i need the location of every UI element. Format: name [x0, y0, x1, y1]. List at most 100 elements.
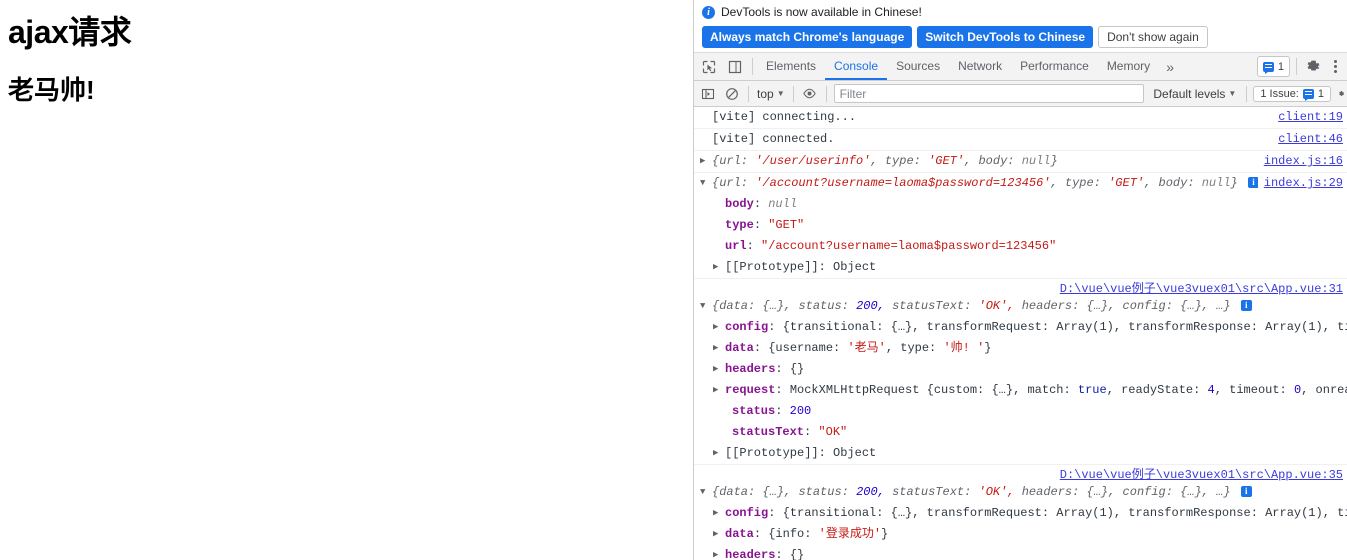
request-timeout-key: , timeout: — [1214, 383, 1287, 397]
execution-context-selector[interactable]: top ▼ — [753, 87, 789, 101]
filter-input[interactable] — [833, 84, 1145, 103]
expand-triangle-icon[interactable]: ▶ — [700, 151, 709, 172]
tab-sources[interactable]: Sources — [887, 53, 949, 80]
log-levels-selector[interactable]: Default levels ▼ — [1147, 87, 1242, 101]
source-link[interactable]: index.js:29 — [1257, 173, 1343, 194]
prop-name-data: data — [725, 527, 754, 541]
collapse-triangle-icon[interactable]: ▼ — [700, 482, 709, 503]
tab-network[interactable]: Network — [949, 53, 1011, 80]
console-entry: [vite] connected. client:46 — [694, 129, 1347, 151]
value-url: '/account?username=laoma$password=123456… — [755, 176, 1051, 190]
prop-value-prototype: Object — [833, 446, 877, 460]
device-toolbar-icon[interactable] — [722, 53, 748, 80]
object-property-row[interactable]: ▶ data: {username: '老马', type: '帅! '} — [694, 338, 1347, 359]
page-subtitle: 老马帅! — [8, 75, 95, 105]
prop-name-type: type — [725, 218, 754, 232]
issues-badge[interactable]: 1 — [1256, 56, 1290, 77]
prop-value-headers: {} — [789, 362, 805, 376]
kebab-menu-icon[interactable] — [1325, 53, 1345, 80]
console-sidebar-icon[interactable] — [696, 81, 720, 107]
expand-triangle-icon[interactable]: ▶ — [713, 503, 722, 524]
object-property-row: status: 200 — [732, 404, 812, 418]
prop-value-statustext: "OK" — [818, 425, 848, 439]
key-url: url: — [719, 176, 749, 190]
prop-name-prototype: [[Prototype]] — [725, 446, 819, 460]
filterbar-divider — [748, 85, 749, 102]
source-link[interactable]: D:\vue\vue例子\vue3vuex01\src\App.vue:35 — [1060, 468, 1343, 482]
info-badge-icon[interactable]: i — [1240, 486, 1252, 498]
data-type-value: '帅! ' — [943, 341, 985, 355]
dont-show-again-button[interactable]: Don't show again — [1098, 26, 1208, 48]
console-object-summary[interactable]: ▶ {url: '/user/userinfo', type: 'GET', b… — [694, 151, 1347, 172]
request-match-value: true — [1077, 383, 1107, 397]
console-entry: [vite] connecting... client:19 — [694, 107, 1347, 129]
key-url: url: — [719, 154, 749, 168]
value-statustext: 'OK', — [978, 485, 1015, 499]
settings-overflow-icon[interactable] — [1331, 87, 1345, 101]
key-body: body: — [978, 154, 1015, 168]
expand-triangle-icon[interactable]: ▶ — [713, 338, 722, 359]
issue-bubble-icon-2 — [1302, 88, 1314, 101]
console-object-summary[interactable]: ▼ {data: {…}, status: 200, statusText: '… — [694, 296, 1347, 317]
object-property-row[interactable]: ▶ [[Prototype]]: Object — [694, 443, 1347, 464]
prop-name-statustext: statusText — [732, 425, 805, 439]
live-expression-icon[interactable] — [798, 81, 822, 107]
expand-triangle-icon[interactable]: ▶ — [713, 524, 722, 545]
inspect-element-icon[interactable] — [696, 53, 722, 80]
devtools-panel: i DevTools is now available in Chinese! … — [693, 0, 1347, 560]
gear-icon[interactable] — [1301, 53, 1325, 80]
always-match-language-button[interactable]: Always match Chrome's language — [702, 26, 913, 48]
info-badge-icon[interactable]: i — [1240, 300, 1252, 312]
console-object-summary[interactable]: ▼ {data: {…}, status: 200, statusText: '… — [694, 482, 1347, 503]
expand-triangle-icon[interactable]: ▶ — [713, 443, 722, 464]
issues-status-chip[interactable]: 1 Issue: 1 — [1253, 85, 1331, 102]
tab-elements[interactable]: Elements — [757, 53, 825, 80]
tab-console[interactable]: Console — [825, 53, 888, 80]
object-property-row[interactable]: ▶ config: {transitional: {…}, transformR… — [694, 503, 1347, 524]
request-tail: , onready — [1301, 383, 1347, 397]
object-property-row[interactable]: ▶ headers: {} — [694, 359, 1347, 380]
prop-value-url: "/account?username=laoma$password=123456… — [761, 239, 1057, 253]
expand-triangle-icon[interactable]: ▶ — [713, 545, 722, 560]
prop-name-headers: headers — [725, 362, 776, 376]
console-output[interactable]: [vite] connecting... client:19 [vite] co… — [694, 107, 1347, 560]
source-link[interactable]: client:19 — [1272, 107, 1343, 128]
value-status: 200, — [856, 485, 885, 499]
vite-connecting-text: [vite] connecting... — [712, 110, 857, 124]
prop-name-config: config — [725, 320, 769, 334]
clear-console-icon[interactable] — [720, 81, 744, 107]
more-tabs-icon[interactable]: » — [1159, 53, 1181, 80]
prop-name-prototype: [[Prototype]] — [725, 260, 819, 274]
request-prefix: MockXMLHttpRequest {custom: {…}, match: — [789, 383, 1071, 397]
value-status: 200, — [856, 299, 885, 313]
object-property-row[interactable]: ▶ config: {transitional: {…}, transformR… — [694, 317, 1347, 338]
collapse-triangle-icon[interactable]: ▼ — [700, 296, 709, 317]
source-link[interactable]: D:\vue\vue例子\vue3vuex01\src\App.vue:31 — [1060, 282, 1343, 296]
expand-triangle-icon[interactable]: ▶ — [713, 317, 722, 338]
tab-memory[interactable]: Memory — [1098, 53, 1159, 80]
expand-triangle-icon[interactable]: ▶ — [713, 257, 722, 278]
value-headers: {…}, — [1086, 485, 1116, 499]
request-ready-value: 4 — [1207, 383, 1215, 397]
prop-name-headers: headers — [725, 548, 776, 560]
value-headers: {…}, — [1086, 299, 1116, 313]
issue-bubble-icon — [1262, 61, 1274, 74]
expand-triangle-icon[interactable]: ▶ — [713, 359, 722, 380]
data-info-key: {info: — [768, 527, 812, 541]
object-property-row[interactable]: ▶ request: MockXMLHttpRequest {custom: {… — [694, 380, 1347, 401]
console-object-summary[interactable]: ▼ {url: '/account?username=laoma$passwor… — [694, 173, 1347, 194]
tab-performance[interactable]: Performance — [1011, 53, 1098, 80]
collapse-triangle-icon[interactable]: ▼ — [700, 173, 709, 194]
source-link[interactable]: client:46 — [1272, 129, 1343, 150]
object-property-row: type: "GET" — [725, 218, 805, 232]
key-statustext: statusText: — [892, 485, 972, 499]
source-link-row: D:\vue\vue例子\vue3vuex01\src\App.vue:35 — [694, 465, 1347, 482]
object-property-row[interactable]: ▶ [[Prototype]]: Object — [694, 257, 1347, 278]
expand-triangle-icon[interactable]: ▶ — [713, 380, 722, 401]
switch-to-chinese-button[interactable]: Switch DevTools to Chinese — [917, 26, 1094, 48]
object-property-row[interactable]: ▶ headers: {} — [694, 545, 1347, 560]
object-property-row: url: "/account?username=laoma$password=1… — [725, 239, 1057, 253]
source-link[interactable]: index.js:16 — [1257, 151, 1343, 172]
object-property-row[interactable]: ▶ data: {info: '登录成功'} — [694, 524, 1347, 545]
value-url: '/user/userinfo' — [755, 154, 871, 168]
